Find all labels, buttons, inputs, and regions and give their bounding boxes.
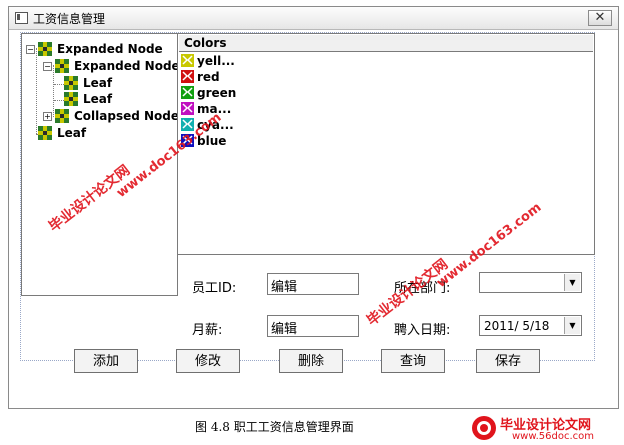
list-item-label: red <box>197 70 220 84</box>
tree-node-label: Collapsed Node <box>74 109 180 123</box>
color-swatch-icon <box>181 86 194 99</box>
delete-button[interactable]: 删除 <box>279 349 343 373</box>
hire-date-picker[interactable]: 2011/ 5/18 ▼ <box>479 315 582 336</box>
query-button[interactable]: 查询 <box>381 349 445 373</box>
tree-node-bitmap-icon <box>64 92 78 106</box>
collapse-expander-icon[interactable]: − <box>26 45 35 54</box>
title-bar[interactable]: 工资信息管理 ✕ <box>9 7 618 30</box>
collapse-expander-icon[interactable]: − <box>43 62 52 71</box>
salary-label: 月薪: <box>192 323 223 338</box>
color-swatch-icon <box>181 102 194 115</box>
column-header-filler <box>238 35 593 52</box>
tree-node-bitmap-icon <box>38 42 52 56</box>
tree-line <box>36 48 37 134</box>
employee-id-label: 员工ID: <box>192 281 237 296</box>
dropdown-arrow-icon[interactable]: ▼ <box>564 317 580 334</box>
tree-line <box>53 65 54 117</box>
salary-input[interactable]: 编辑 <box>267 315 359 337</box>
column-header-colors[interactable]: Colors <box>179 35 239 52</box>
tree-node-bitmap-icon <box>38 126 52 140</box>
tree-line <box>54 100 64 101</box>
modify-button[interactable]: 修改 <box>176 349 240 373</box>
department-select[interactable]: ▼ <box>479 272 582 293</box>
tree-node-bitmap-icon <box>55 109 69 123</box>
color-list-view[interactable]: Colors yell... red green ma... cya... blue <box>177 33 595 255</box>
color-swatch-icon <box>181 70 194 83</box>
color-swatch-icon <box>181 54 194 67</box>
hire-date-label: 聘入日期: <box>394 323 451 338</box>
tree-node-bitmap-icon <box>55 59 69 73</box>
list-item-label: green <box>197 86 237 100</box>
add-button[interactable]: 添加 <box>74 349 138 373</box>
list-item-label: yell... <box>197 54 235 68</box>
tree-node-label: Leaf <box>57 126 87 140</box>
site-logo-icon <box>472 416 496 440</box>
tree-node-label: Expanded Node <box>57 42 163 56</box>
expand-expander-icon[interactable]: + <box>43 112 52 121</box>
tree-node-label: Leaf <box>83 76 113 90</box>
tree-node-bitmap-icon <box>64 76 78 90</box>
site-logo: 毕业设计论文网 www.56doc.com <box>470 412 620 444</box>
close-button[interactable]: ✕ <box>588 10 612 26</box>
window-app-icon <box>15 12 28 24</box>
hire-date-value: 2011/ 5/18 <box>484 319 550 333</box>
figure-caption: 图 4.8 职工工资信息管理界面 <box>195 420 354 434</box>
employee-id-input[interactable]: 编辑 <box>267 273 359 295</box>
tree-line <box>54 84 64 85</box>
logo-text-url: www.56doc.com <box>512 431 595 442</box>
tree-node-label: Expanded Node <box>74 59 180 73</box>
tree-node-label: Leaf <box>83 92 113 106</box>
save-button[interactable]: 保存 <box>476 349 540 373</box>
dropdown-arrow-icon[interactable]: ▼ <box>564 274 580 291</box>
window-title: 工资信息管理 <box>33 12 106 26</box>
